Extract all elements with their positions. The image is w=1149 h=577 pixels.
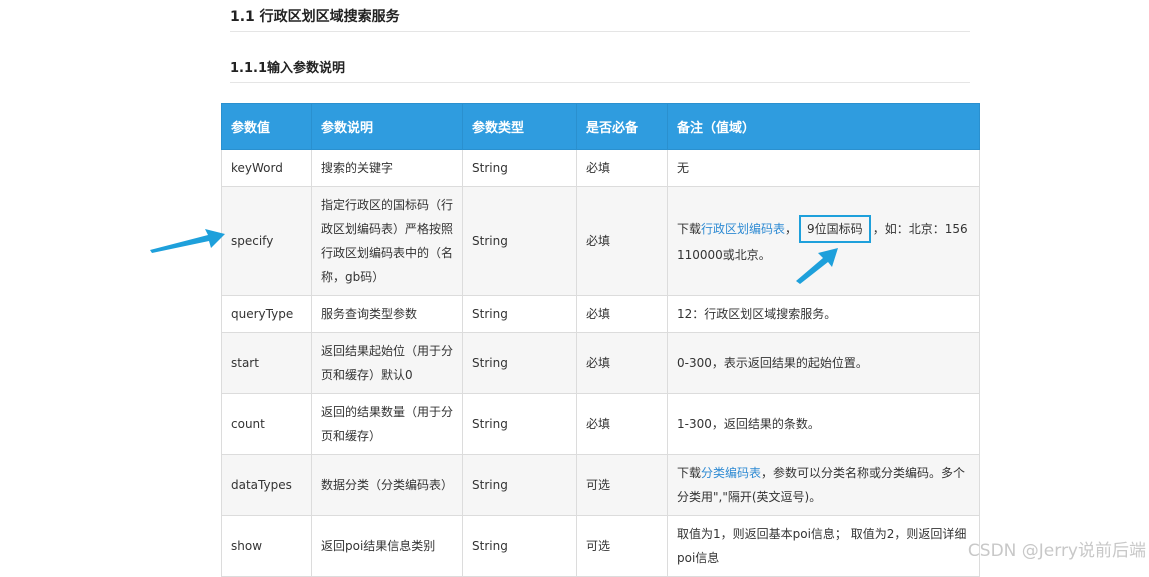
cell-type: String — [462, 186, 577, 296]
category-code-table-link[interactable]: 分类编码表 — [701, 466, 761, 480]
left-arrow-icon — [150, 229, 225, 253]
cell-name: count — [221, 393, 312, 455]
cell-type: String — [462, 295, 577, 333]
cell-note: 0-300，表示返回结果的起始位置。 — [667, 332, 980, 394]
cell-required: 可选 — [576, 515, 668, 577]
cell-note: 取值为1，则返回基本poi信息； 取值为2，则返回详细poi信息 — [667, 515, 980, 577]
table-row: start 返回结果起始位（用于分页和缓存）默认0 String 必填 0-30… — [221, 332, 980, 394]
cell-note: 1-300，返回结果的条数。 — [667, 393, 980, 455]
cell-required: 可选 — [576, 454, 668, 516]
header-param-desc: 参数说明 — [311, 103, 463, 150]
table-row: keyWord 搜索的关键字 String 必填 无 — [221, 149, 980, 187]
cell-name: keyWord — [221, 149, 312, 187]
header-required: 是否必备 — [576, 103, 668, 150]
cell-desc: 指定行政区的国标码（行政区划编码表）严格按照行政区划编码表中的（名称，gb码） — [311, 186, 463, 296]
header-note: 备注（值域） — [667, 103, 980, 150]
params-table: 参数值 参数说明 参数类型 是否必备 备注（值域） keyWord 搜索的关键字… — [221, 103, 980, 577]
cell-desc: 返回的结果数量（用于分页和缓存） — [311, 393, 463, 455]
cell-type: String — [462, 454, 577, 516]
table-row: queryType 服务查询类型参数 String 必填 12：行政区划区域搜索… — [221, 295, 980, 333]
table-row: dataTypes 数据分类（分类编码表） String 可选 下载分类编码表，… — [221, 454, 980, 516]
cell-type: String — [462, 149, 577, 187]
cell-type: String — [462, 515, 577, 577]
cell-desc: 服务查询类型参数 — [311, 295, 463, 333]
cell-type: String — [462, 393, 577, 455]
watermark: CSDN @Jerry说前后端 — [967, 541, 1146, 561]
cell-name: show — [221, 515, 312, 577]
highlight-box: 9位国标码 — [799, 215, 871, 243]
cell-name: specify — [221, 186, 312, 296]
table-row: count 返回的结果数量（用于分页和缓存） String 必填 1-300，返… — [221, 393, 980, 455]
subsection-heading: 1.1.1输入参数说明 — [230, 57, 970, 83]
cell-note: 下载分类编码表，参数可以分类名称或分类编码。多个分类用","隔开(英文逗号)。 — [667, 454, 980, 516]
table-header-row: 参数值 参数说明 参数类型 是否必备 备注（值域） — [221, 103, 980, 150]
cell-desc: 返回poi结果信息类别 — [311, 515, 463, 577]
header-param-value: 参数值 — [221, 103, 312, 150]
cell-type: String — [462, 332, 577, 394]
cell-name: start — [221, 332, 312, 394]
cell-desc: 数据分类（分类编码表） — [311, 454, 463, 516]
cell-name: queryType — [221, 295, 312, 333]
note-prefix: 下载 — [677, 466, 702, 480]
cell-note: 12：行政区划区域搜索服务。 — [667, 295, 980, 333]
cell-required: 必填 — [576, 332, 668, 394]
section-heading: 1.1 行政区划区域搜索服务 — [230, 6, 970, 32]
region-code-table-link[interactable]: 行政区划编码表 — [701, 222, 785, 236]
cell-required: 必填 — [576, 149, 668, 187]
cell-required: 必填 — [576, 393, 668, 455]
cell-required: 必填 — [576, 186, 668, 296]
up-arrow-icon — [796, 248, 838, 284]
table-row: specify 指定行政区的国标码（行政区划编码表）严格按照行政区划编码表中的（… — [221, 186, 980, 296]
cell-desc: 返回结果起始位（用于分页和缓存）默认0 — [311, 332, 463, 394]
table-row: show 返回poi结果信息类别 String 可选 取值为1，则返回基本poi… — [221, 515, 980, 577]
cell-required: 必填 — [576, 295, 668, 333]
header-param-type: 参数类型 — [462, 103, 577, 150]
cell-note: 无 — [667, 149, 980, 187]
cell-desc: 搜索的关键字 — [311, 149, 463, 187]
note-mid: ， — [785, 222, 798, 236]
note-prefix: 下载 — [677, 222, 702, 236]
cell-name: dataTypes — [221, 454, 312, 516]
